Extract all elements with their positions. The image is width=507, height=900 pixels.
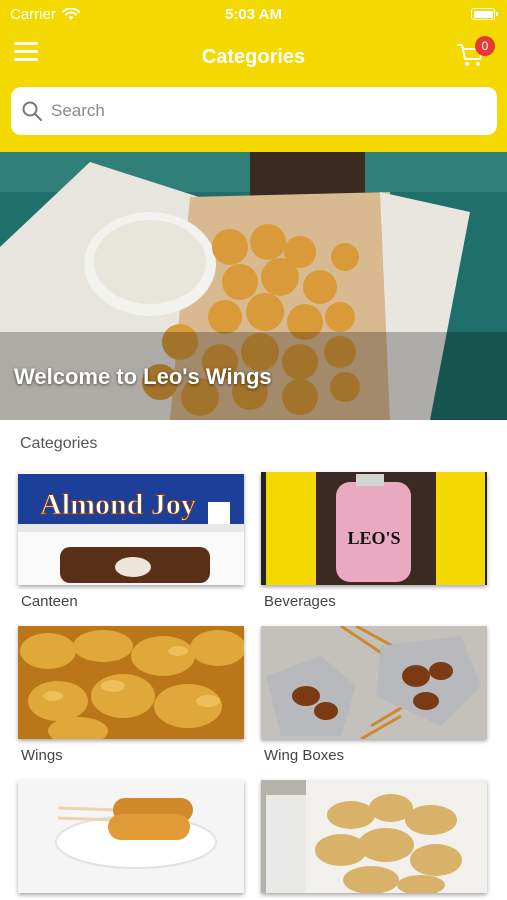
- section-title: Categories: [20, 435, 98, 452]
- cart-button[interactable]: 0: [457, 36, 495, 70]
- category-card-canteen[interactable]: Almond Joy Canteen: [18, 472, 244, 610]
- category-image: [261, 780, 487, 893]
- status-bar: Carrier 5:03 AM: [0, 0, 507, 28]
- category-label: Wing Boxes: [264, 747, 345, 764]
- battery-icon: [471, 8, 498, 20]
- category-brand-text: Almond Joy: [40, 488, 196, 521]
- hero-banner[interactable]: Welcome to Leo's Wings: [0, 152, 507, 420]
- category-label: Wings: [21, 747, 63, 764]
- category-card-wing-boxes[interactable]: Wing Boxes: [261, 626, 487, 764]
- category-card-chips[interactable]: [261, 780, 487, 900]
- category-image: [261, 626, 487, 739]
- category-card-wings[interactable]: Wings: [18, 626, 244, 764]
- category-image: LEO'S: [261, 472, 487, 585]
- search-bar[interactable]: [11, 87, 497, 135]
- hero-caption: Welcome to Leo's Wings: [14, 364, 272, 389]
- search-icon: [22, 101, 42, 121]
- category-card-corn-dogs[interactable]: [18, 780, 244, 900]
- status-time: 5:03 AM: [225, 6, 282, 23]
- search-input[interactable]: [51, 101, 471, 121]
- category-brand-text: LEO'S: [347, 528, 400, 548]
- category-label: Beverages: [264, 593, 336, 610]
- page-title: Categories: [201, 46, 306, 68]
- nav-bar: Categories 0: [0, 36, 507, 76]
- cart-count-badge: 0: [475, 36, 495, 56]
- category-image: [18, 626, 244, 739]
- category-label: Canteen: [21, 593, 78, 610]
- app-header: Carrier 5:03 AM Categories 0: [0, 0, 507, 152]
- category-image: Almond Joy: [18, 472, 244, 585]
- category-image: [18, 780, 244, 893]
- category-card-beverages[interactable]: LEO'S Beverages: [261, 472, 487, 610]
